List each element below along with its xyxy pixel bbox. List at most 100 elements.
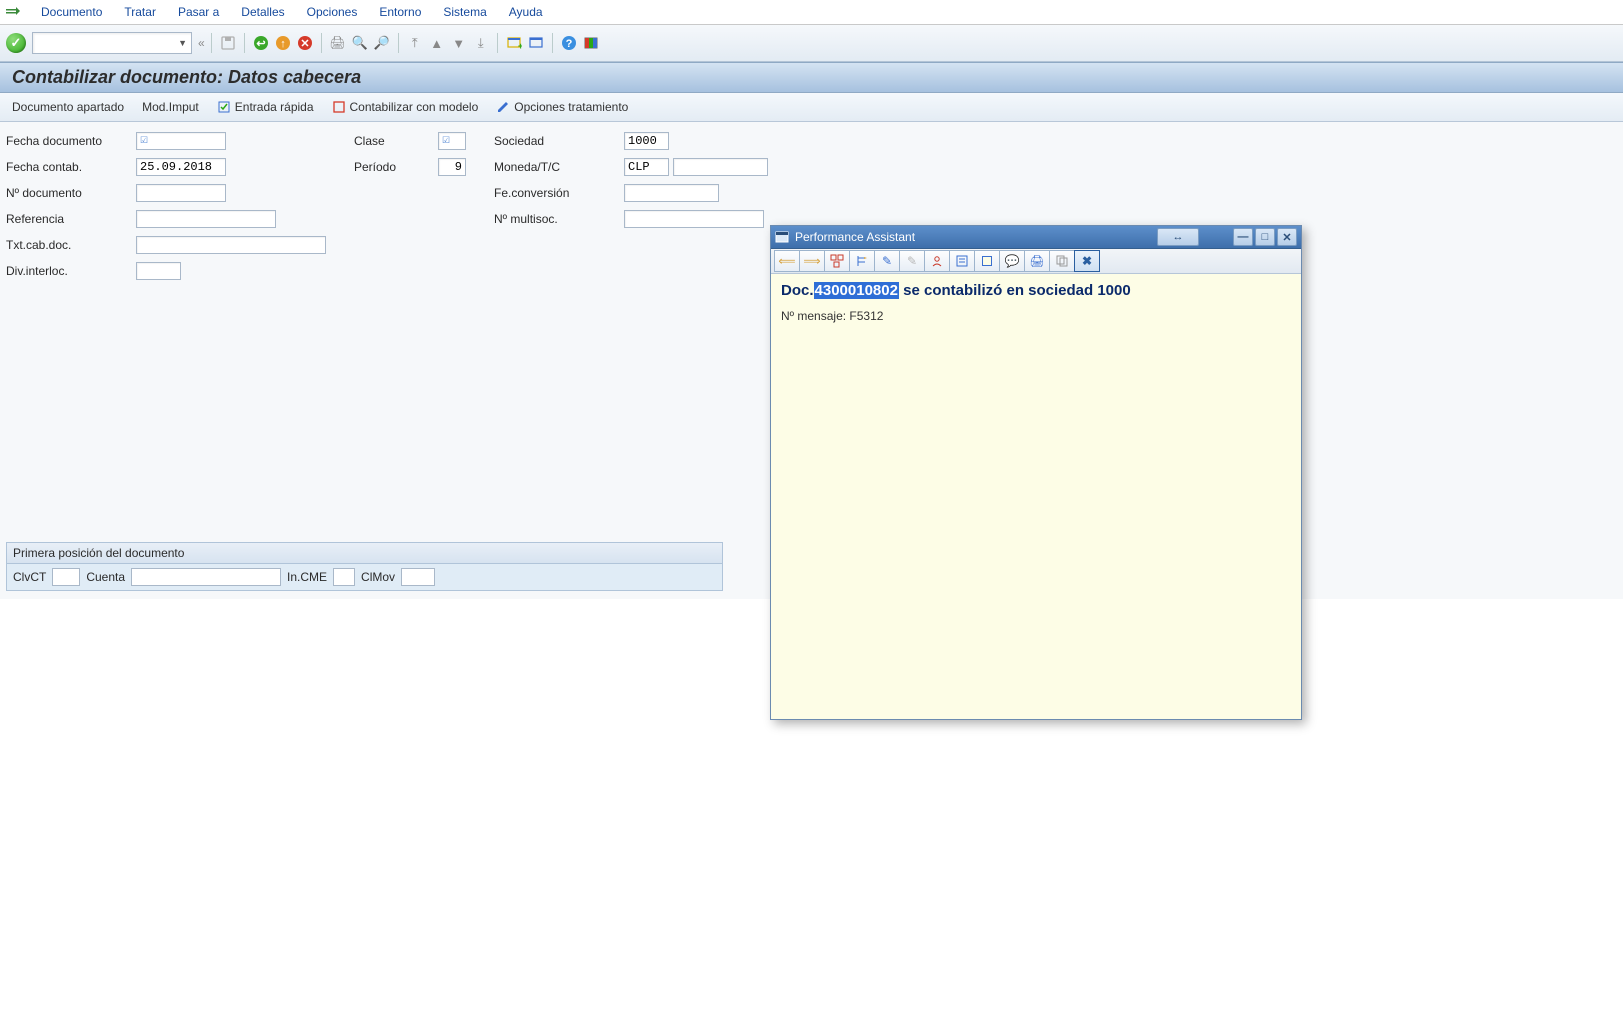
popup-nav-fwd-icon[interactable]: ⟹ (799, 250, 825, 272)
fld-periodo[interactable] (438, 158, 466, 176)
fld-referencia[interactable] (136, 210, 276, 228)
lbl-periodo: Período (354, 160, 438, 174)
exit-icon[interactable]: ↑ (273, 33, 293, 53)
svg-text:↑: ↑ (280, 38, 286, 50)
menu-pasar-a[interactable]: Pasar a (167, 2, 230, 22)
back-icon[interactable]: ↩ (251, 33, 271, 53)
first-page-icon[interactable]: ⤒ (405, 33, 425, 53)
menu-detalles[interactable]: Detalles (230, 2, 295, 22)
fld-moneda-rate[interactable] (673, 158, 768, 176)
shortcut-icon[interactable] (526, 33, 546, 53)
popup-chat-icon[interactable]: 💬 (999, 250, 1025, 272)
new-session-icon[interactable]: + (504, 33, 524, 53)
btn-documento-apartado[interactable]: Documento apartado (12, 100, 124, 114)
popup-tech-info-icon[interactable] (949, 250, 975, 272)
help-icon[interactable]: ? (559, 33, 579, 53)
command-dropdown-icon[interactable]: ▼ (178, 38, 187, 48)
btn-contab-modelo[interactable]: Contabilizar con modelo (332, 100, 479, 114)
find-icon[interactable]: 🔍 (350, 33, 370, 53)
next-page-icon[interactable]: ▼ (449, 33, 469, 53)
save-icon[interactable] (218, 33, 238, 53)
prev-page-icon[interactable]: ▲ (427, 33, 447, 53)
fld-txt-cab[interactable] (136, 236, 326, 254)
popup-minimize-icon[interactable]: — (1233, 228, 1253, 246)
last-page-icon[interactable]: ⤓ (471, 33, 491, 53)
popup-maximize-icon[interactable]: □ (1255, 228, 1275, 246)
popup-title: Performance Assistant (795, 230, 915, 244)
fld-n-multisoc[interactable] (624, 210, 764, 228)
command-field[interactable]: ▼ (32, 32, 192, 54)
popup-print-icon[interactable]: 🖨 (1024, 250, 1050, 272)
svg-text:↩: ↩ (256, 38, 265, 50)
separator (321, 33, 322, 53)
fld-n-documento[interactable] (136, 184, 226, 202)
lbl-n-multisoc: Nº multisoc. (494, 212, 624, 226)
btn-entrada-rapida[interactable]: Entrada rápida (217, 100, 314, 114)
popup-tree-icon[interactable] (824, 250, 850, 272)
popup-close-icon[interactable]: ✕ (1277, 228, 1297, 246)
form-col-3: Sociedad Moneda/T/C Fe.conversión Nº mul… (494, 130, 768, 282)
popup-toolbar: ⟸ ⟹ ✎ ✎ 💬 🖨 ✖ (771, 249, 1301, 274)
lbl-cuenta: Cuenta (86, 570, 125, 584)
popup-content: Doc.4300010802 se contabilizó en socieda… (771, 274, 1301, 719)
fld-incme[interactable] (333, 568, 355, 586)
application-toolbar: Documento apartado Mod.Imput Entrada ráp… (0, 93, 1623, 122)
separator (552, 33, 553, 53)
app-menu-icon[interactable] (4, 4, 20, 20)
fld-fecha-contab[interactable] (136, 158, 226, 176)
menu-documento[interactable]: Documento (30, 2, 113, 22)
popup-user-icon[interactable] (924, 250, 950, 272)
system-toolbar: ✓ ▼ « ↩ ↑ ✕ 🖨 🔍 🔎 ⤒ ▲ ▼ ⤓ + ? (0, 25, 1623, 62)
history-back-icon[interactable]: « (198, 36, 205, 50)
fld-cuenta[interactable] (131, 568, 281, 586)
svg-text:?: ? (565, 38, 572, 50)
print-icon[interactable]: 🖨 (328, 33, 348, 53)
menu-entorno[interactable]: Entorno (368, 2, 432, 22)
popup-dock-icon[interactable]: ↔ (1157, 228, 1199, 246)
popup-titlebar[interactable]: Performance Assistant ↔ — □ ✕ (771, 226, 1301, 249)
fld-moneda[interactable] (624, 158, 669, 176)
lbl-div-interloc: Div.interloc. (6, 264, 136, 278)
form-col-2: Clase ☑ Período (354, 130, 466, 282)
lbl-referencia: Referencia (6, 212, 136, 226)
lbl-txt-cab: Txt.cab.doc. (6, 238, 136, 252)
fld-clmov[interactable] (401, 568, 435, 586)
popup-message-title: Doc.4300010802 se contabilizó en socieda… (781, 282, 1291, 299)
popup-hierarchy-icon[interactable] (849, 250, 875, 272)
menu-tratar[interactable]: Tratar (113, 2, 167, 22)
popup-nav-back-icon[interactable]: ⟸ (774, 250, 800, 272)
fld-fecha-documento[interactable] (136, 132, 226, 150)
menu-ayuda[interactable]: Ayuda (498, 2, 554, 22)
lbl-fecha-contab: Fecha contab. (6, 160, 136, 174)
separator (244, 33, 245, 53)
fast-entry-icon (217, 100, 231, 114)
fld-fe-conversion[interactable] (624, 184, 719, 202)
performance-assistant-popup: Performance Assistant ↔ — □ ✕ ⟸ ⟹ ✎ ✎ 💬 (770, 225, 1302, 720)
lbl-clvct: ClvCT (13, 570, 46, 584)
popup-message-body: Nº mensaje: F5312 (781, 309, 1291, 323)
find-next-icon[interactable]: 🔎 (372, 33, 392, 53)
page-title: Contabilizar documento: Datos cabecera (0, 62, 1623, 93)
menu-sistema[interactable]: Sistema (432, 2, 497, 22)
popup-flag-icon[interactable] (974, 250, 1000, 272)
lbl-sociedad: Sociedad (494, 134, 624, 148)
separator (398, 33, 399, 53)
cancel-icon[interactable]: ✕ (295, 33, 315, 53)
fld-clase[interactable] (438, 132, 466, 150)
popup-close2-icon[interactable]: ✖ (1074, 250, 1100, 272)
popup-copy-icon[interactable] (1049, 250, 1075, 272)
menu-opciones[interactable]: Opciones (296, 2, 369, 22)
popup-link-icon[interactable]: ✎ (899, 250, 925, 272)
popup-message-number: F5312 (849, 309, 883, 323)
fld-div-interloc[interactable] (136, 262, 181, 280)
line-item-panel: Primera posición del documento ClvCT Cue… (6, 542, 723, 591)
layout-icon[interactable] (581, 33, 601, 53)
separator (497, 33, 498, 53)
btn-opciones-trat[interactable]: Opciones tratamiento (496, 100, 628, 114)
fld-sociedad[interactable] (624, 132, 669, 150)
btn-mod-imput[interactable]: Mod.Imput (142, 100, 199, 114)
svg-text:+: + (518, 41, 522, 51)
popup-edit-icon[interactable]: ✎ (874, 250, 900, 272)
enter-button[interactable]: ✓ (6, 33, 26, 53)
fld-clvct[interactable] (52, 568, 80, 586)
